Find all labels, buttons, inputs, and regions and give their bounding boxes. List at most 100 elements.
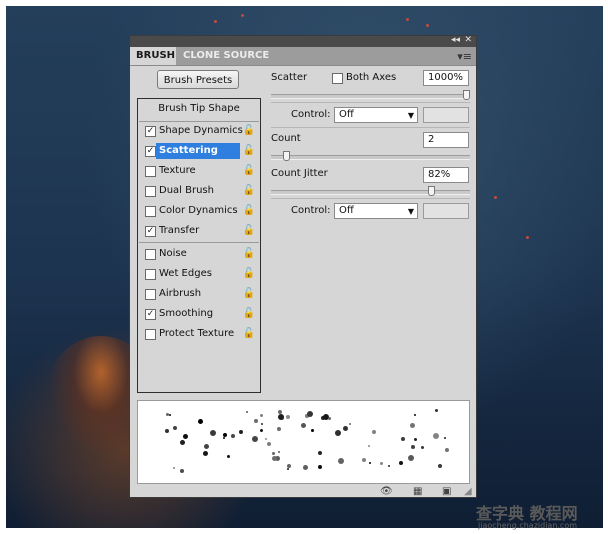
brush-dot	[259, 413, 263, 417]
eye-brush-icon[interactable]: 👁	[380, 486, 393, 497]
both-axes-checkbox[interactable]	[332, 73, 343, 84]
brush-option-item[interactable]: ✓ Smoothing 🔓	[138, 305, 260, 324]
control-dropdown-2[interactable]: Off ▼	[334, 203, 418, 219]
option-checkbox[interactable]	[145, 269, 156, 280]
option-label: Protect Texture	[159, 328, 235, 339]
brush-dot	[202, 450, 208, 456]
close-icon[interactable]: ✕	[464, 35, 472, 45]
brush-dot	[265, 437, 268, 440]
brush-dot	[388, 464, 391, 467]
brush-tip-shape-item[interactable]: Brush Tip Shape	[138, 103, 260, 114]
panel-titlebar[interactable]: ◂◂ ✕	[130, 35, 476, 47]
option-checkbox[interactable]	[145, 206, 156, 217]
brush-option-item[interactable]: ✓ Transfer 🔓	[138, 222, 260, 241]
brush-dot	[435, 409, 439, 413]
resize-grip-icon[interactable]: ◢	[464, 486, 472, 497]
option-checkbox[interactable]: ✓	[145, 146, 156, 157]
control-label: Control:	[291, 109, 331, 120]
brush-dot	[286, 463, 291, 468]
lock-icon[interactable]: 🔓	[243, 145, 255, 156]
option-checkbox[interactable]	[145, 166, 156, 177]
brush-dot	[180, 439, 186, 445]
count-slider-thumb[interactable]	[282, 151, 290, 161]
lock-icon[interactable]: 🔓	[243, 165, 255, 176]
brush-dot	[327, 417, 331, 421]
brush-option-item[interactable]: ✓ Scattering 🔓	[138, 142, 260, 161]
lock-icon[interactable]: 🔓	[243, 205, 255, 216]
control-label-2: Control:	[291, 205, 331, 216]
collapse-icon[interactable]: ◂◂	[451, 35, 460, 45]
brush-dot	[172, 467, 175, 470]
control-dropdown-value: Off	[339, 109, 354, 120]
lock-icon[interactable]: 🔓	[243, 225, 255, 236]
brush-option-item[interactable]: Texture 🔓	[138, 162, 260, 181]
option-checkbox[interactable]: ✓	[145, 309, 156, 320]
brush-option-item[interactable]: Protect Texture 🔓	[138, 325, 260, 344]
brush-dot	[300, 423, 306, 429]
count-jitter-slider-track[interactable]	[271, 190, 470, 195]
count-jitter-value-field[interactable]: 82%	[423, 167, 469, 183]
brush-presets-button[interactable]: Brush Presets	[157, 70, 239, 89]
brush-dot	[286, 468, 289, 471]
brush-dot	[197, 419, 203, 425]
spark	[214, 20, 217, 23]
brush-option-item[interactable]: Color Dynamics 🔓	[138, 202, 260, 221]
brush-dot	[401, 436, 406, 441]
brush-dot	[337, 457, 344, 464]
brush-option-item[interactable]: Dual Brush 🔓	[138, 182, 260, 201]
new-preset-icon[interactable]: ▣	[442, 486, 451, 497]
brush-dot	[334, 429, 341, 436]
brush-dot	[277, 414, 284, 421]
brush-dot	[230, 433, 235, 438]
grid-icon[interactable]: ▦	[413, 486, 422, 497]
scatter-slider-track[interactable]	[271, 94, 470, 99]
option-label: Scattering	[159, 145, 218, 156]
brush-option-item[interactable]: ✓ Shape Dynamics 🔓	[138, 122, 260, 141]
lock-icon[interactable]: 🔓	[243, 185, 255, 196]
brush-dot	[261, 423, 264, 426]
control-dropdown[interactable]: Off ▼	[334, 107, 418, 123]
option-label: Color Dynamics	[159, 205, 238, 216]
brush-dot	[367, 445, 370, 448]
option-checkbox[interactable]: ✓	[145, 226, 156, 237]
lock-icon[interactable]: 🔓	[243, 268, 255, 279]
brush-option-item[interactable]: Wet Edges 🔓	[138, 265, 260, 284]
brush-dot	[165, 412, 169, 416]
brush-option-item[interactable]: Airbrush 🔓	[138, 285, 260, 304]
lock-icon[interactable]: 🔓	[243, 248, 255, 259]
count-slider-track[interactable]	[271, 155, 470, 160]
spark	[426, 24, 429, 27]
lock-icon[interactable]: 🔓	[243, 328, 255, 339]
panel-bottom-bar: 👁 ▦ ▣ ◢	[130, 484, 476, 498]
spark	[526, 236, 529, 239]
lock-icon[interactable]: 🔓	[243, 288, 255, 299]
brush-dot	[343, 425, 349, 431]
brush-dot	[222, 436, 225, 439]
option-checkbox[interactable]: ✓	[145, 126, 156, 137]
option-checkbox[interactable]	[145, 289, 156, 300]
watermark: 查字典 教程网 jiaocheng.chazidian.com	[476, 500, 608, 534]
option-label: Shape Dynamics	[159, 125, 243, 136]
lock-icon[interactable]: 🔓	[243, 308, 255, 319]
option-label: Texture	[159, 165, 196, 176]
option-checkbox[interactable]	[145, 249, 156, 260]
count-label: Count	[271, 133, 301, 144]
scatter-value-field[interactable]: 1000%	[423, 70, 469, 86]
panel-menu-icon[interactable]: ▾≡	[457, 50, 472, 63]
brush-dot	[413, 414, 416, 417]
brush-dot	[238, 430, 243, 435]
tab-brush[interactable]: BRUSH	[130, 47, 176, 65]
divider	[139, 242, 259, 243]
lock-icon[interactable]: 🔓	[243, 125, 255, 136]
option-checkbox[interactable]	[145, 186, 156, 197]
brush-option-item[interactable]: Noise 🔓	[138, 245, 260, 264]
brush-stroke-preview	[137, 400, 470, 484]
scatter-slider-thumb[interactable]	[463, 90, 470, 100]
tab-clone-source[interactable]: CLONE SOURCE	[177, 47, 275, 65]
option-checkbox[interactable]	[145, 329, 156, 340]
option-label: Smoothing	[159, 308, 214, 319]
option-label: Airbrush	[159, 288, 202, 299]
count-value-field[interactable]: 2	[423, 132, 469, 148]
option-label: Transfer	[159, 225, 200, 236]
count-jitter-slider-thumb[interactable]	[428, 186, 436, 196]
